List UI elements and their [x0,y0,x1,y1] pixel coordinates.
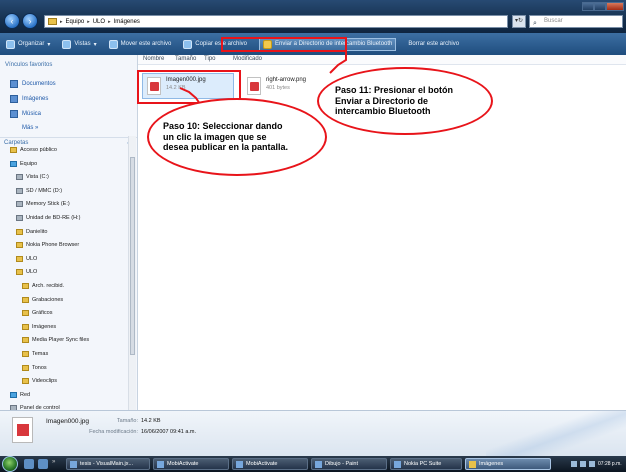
details-size-label: Tamaño: [116,418,138,424]
details-size-value: 14.2 KB [141,418,161,424]
task-paint[interactable]: Dibujo - Paint [311,458,387,470]
decorative-swoosh [486,411,626,457]
details-filename: Imagen000.jpg [46,418,90,425]
quicklaunch-overflow-icon[interactable]: » [52,459,58,469]
task-mobiactivate-1[interactable]: MobiActivate [153,458,229,470]
bluetooth-icon[interactable] [589,461,595,467]
callout-step-11: Paso 11: Presionar el botón Enviar a Dir… [317,67,493,135]
jpg-preview-icon [12,417,33,443]
task-mobiactivate-2[interactable]: MobiActivate [232,458,308,470]
callout-connectors [179,50,347,105]
clock[interactable]: 07:28 p.m. [598,461,622,467]
details-date-value: 16/06/2007 09:41 a.m. [141,429,197,435]
callout-step-10: Paso 10: Seleccionar dando un clic la im… [147,98,327,176]
details-pane: Imagen000.jpg Tamaño: 14.2 KB Fecha modi… [0,410,626,457]
network-icon[interactable] [571,461,577,467]
app-icon [157,460,164,468]
folder-icon [469,460,476,468]
volume-icon[interactable] [580,461,586,467]
paint-icon [315,460,322,468]
word-icon [70,460,77,468]
system-tray: 07:28 p.m. [568,457,626,471]
taskbar: » tesis - VisualMain.jx... MobiActivate … [0,456,626,472]
app-icon [236,460,243,468]
quicklaunch-ie-icon[interactable] [38,459,48,469]
task-imagenes[interactable]: Imágenes [465,458,551,470]
task-nokia-pc-suite[interactable]: Nokia PC Suite [390,458,462,470]
details-date-label: Fecha modificación: [89,429,138,435]
quicklaunch-desktop-icon[interactable] [24,459,34,469]
nokia-icon [394,460,401,468]
task-tesis[interactable]: tesis - VisualMain.jx... [66,458,150,470]
start-button[interactable] [2,456,18,472]
